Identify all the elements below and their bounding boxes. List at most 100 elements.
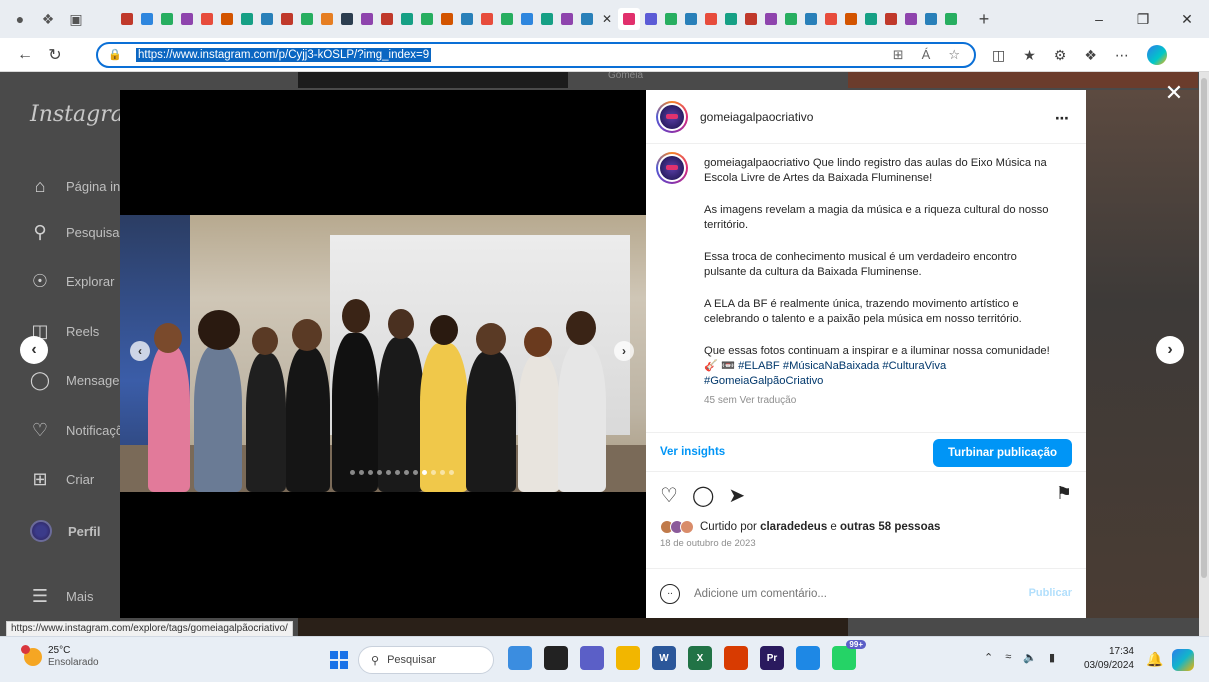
browser-tab[interactable] [258, 10, 276, 28]
whatsapp-app[interactable]: 99+ [832, 640, 866, 670]
browser-tab[interactable] [518, 10, 536, 28]
liked-by-others[interactable]: outras 58 pessoas [840, 521, 940, 533]
wifi-icon[interactable]: ≈ [1005, 651, 1011, 664]
restore-button[interactable]: ❐ [1121, 11, 1165, 28]
browser-tab[interactable] [118, 10, 136, 28]
share-icon[interactable]: ➤ [728, 483, 745, 508]
browser-tab[interactable] [762, 10, 780, 28]
browser-tab[interactable] [398, 10, 416, 28]
browser-tab[interactable] [358, 10, 376, 28]
browser-tab[interactable] [722, 10, 740, 28]
next-post-button[interactable]: › [1156, 336, 1184, 364]
copilot-taskbar-icon[interactable] [1172, 649, 1194, 671]
sidebar-item-more[interactable]: ☰ Mais [30, 586, 94, 606]
browser-tab[interactable] [682, 10, 700, 28]
browser-tab[interactable] [578, 10, 596, 28]
start-button[interactable] [330, 651, 348, 669]
browser-tab[interactable] [338, 10, 356, 28]
refresh-button[interactable]: ↻ [40, 45, 70, 65]
browser-tab[interactable] [238, 10, 256, 28]
post-options-icon[interactable]: ⋯ [1055, 110, 1070, 127]
browser-tab[interactable] [298, 10, 316, 28]
liked-by-user[interactable]: claradedeus [760, 521, 827, 533]
url-field[interactable]: 🔒 https://www.instagram.com/p/Cyjj3-kOSL… [96, 42, 976, 68]
browser-tab[interactable] [458, 10, 476, 28]
sidebar-item-create[interactable]: ⊞ Criar [30, 469, 94, 489]
browser-tab[interactable] [842, 10, 860, 28]
previous-post-button[interactable]: ‹ [20, 336, 48, 364]
photo-next-button[interactable]: › [614, 341, 634, 361]
battery-icon[interactable]: ▮ [1049, 651, 1055, 664]
browser-tab[interactable] [822, 10, 840, 28]
browser-tab[interactable] [922, 10, 940, 28]
back-button[interactable]: ← [10, 46, 40, 64]
close-modal-button[interactable]: ✕ [1162, 80, 1186, 106]
sidebar-item-search[interactable]: ⚲ Pesquisa [30, 222, 119, 242]
browser-tab[interactable] [318, 10, 336, 28]
post-date[interactable]: 18 de outubro de 2023 [660, 538, 756, 549]
browser-tab[interactable] [742, 10, 760, 28]
terminal-app[interactable] [544, 646, 568, 670]
browser-tab[interactable] [862, 10, 880, 28]
favorites-icon[interactable]: ★ [1023, 47, 1036, 64]
view-insights-link[interactable]: Ver insights [660, 446, 725, 458]
taskbar-search[interactable]: ⚲ Pesquisar [358, 646, 494, 674]
widgets-app[interactable] [508, 646, 532, 670]
browser-tab[interactable] [158, 10, 176, 28]
browser-tab[interactable] [558, 10, 576, 28]
browser-tab[interactable] [538, 10, 556, 28]
browser-tab[interactable] [438, 10, 456, 28]
edge-app[interactable] [796, 646, 820, 670]
browser-tab[interactable] [642, 10, 660, 28]
taskbar-clock[interactable]: 17:34 03/09/2024 [1082, 645, 1134, 673]
browser-tab[interactable] [782, 10, 800, 28]
browser-tab[interactable] [138, 10, 156, 28]
notification-bell-icon[interactable]: 🔔 [1146, 651, 1163, 668]
favorite-star-icon[interactable]: ☆ [948, 47, 960, 63]
browser-tab[interactable] [378, 10, 396, 28]
sidebar-item-profile[interactable]: Perfil [30, 520, 101, 542]
word-app[interactable]: W [652, 646, 676, 670]
copilot-icon[interactable] [1146, 45, 1167, 65]
app-available-icon[interactable]: ⊞ [893, 47, 904, 63]
sidebar-item-messages[interactable]: ◯ Mensagens [30, 370, 133, 390]
teams-app[interactable] [580, 646, 604, 670]
browser-tab[interactable] [702, 10, 720, 28]
chevron-up-icon[interactable]: ⌃ [984, 651, 993, 664]
author-avatar[interactable] [656, 100, 688, 133]
like-heart-icon[interactable]: ♡ [660, 483, 678, 508]
publish-comment-button[interactable]: Publicar [1029, 587, 1072, 599]
browser-tab[interactable] [882, 10, 900, 28]
lock-icon[interactable]: 🔒 [108, 48, 122, 62]
browser-tab[interactable] [618, 8, 640, 30]
browser-tab[interactable] [662, 10, 680, 28]
page-scrollbar[interactable] [1199, 72, 1209, 636]
new-tab-button[interactable]: + [974, 9, 994, 30]
file-explorer-app[interactable] [616, 646, 640, 670]
author-username[interactable]: gomeiagalpaocriativo [700, 110, 813, 124]
browser-tab[interactable] [178, 10, 196, 28]
bookmark-icon[interactable]: ⚑ [1056, 483, 1072, 504]
more-menu-icon[interactable]: ⋯ [1115, 47, 1129, 64]
caption-hashtags[interactable]: 🎸 📼 #ELABF #MúsicaNaBaixada #CulturaViva… [704, 359, 1060, 389]
photo-previous-button[interactable]: ‹ [130, 341, 150, 361]
close-tab-icon[interactable]: ✕ [600, 12, 614, 26]
browser-tab[interactable] [478, 10, 496, 28]
premiere-app[interactable]: Pr [760, 646, 784, 670]
profile-icon[interactable]: ● [12, 11, 28, 27]
browser-tab[interactable] [802, 10, 820, 28]
office-app[interactable] [724, 646, 748, 670]
boost-post-button[interactable]: Turbinar publicação [933, 439, 1072, 467]
weather-widget[interactable]: 25°C Ensolarado [21, 645, 99, 669]
url-text[interactable]: https://www.instagram.com/p/Cyjj3-kOSLP/… [136, 48, 432, 62]
browser-tab[interactable] [498, 10, 516, 28]
workspaces-icon[interactable]: ❖ [40, 11, 56, 27]
emoji-icon[interactable]: ∙∙ [660, 583, 680, 604]
tab-actions-icon[interactable]: ▣ [68, 11, 84, 27]
sidebar-item-explore[interactable]: ☉ Explorar [30, 271, 115, 291]
comment-icon[interactable]: ◯ [692, 483, 714, 508]
extensions-icon[interactable]: ❖ [1084, 47, 1097, 64]
minimize-button[interactable]: – [1077, 11, 1121, 27]
read-aloud-icon[interactable]: Á [922, 47, 931, 63]
volume-icon[interactable]: 🔈 [1023, 651, 1037, 664]
